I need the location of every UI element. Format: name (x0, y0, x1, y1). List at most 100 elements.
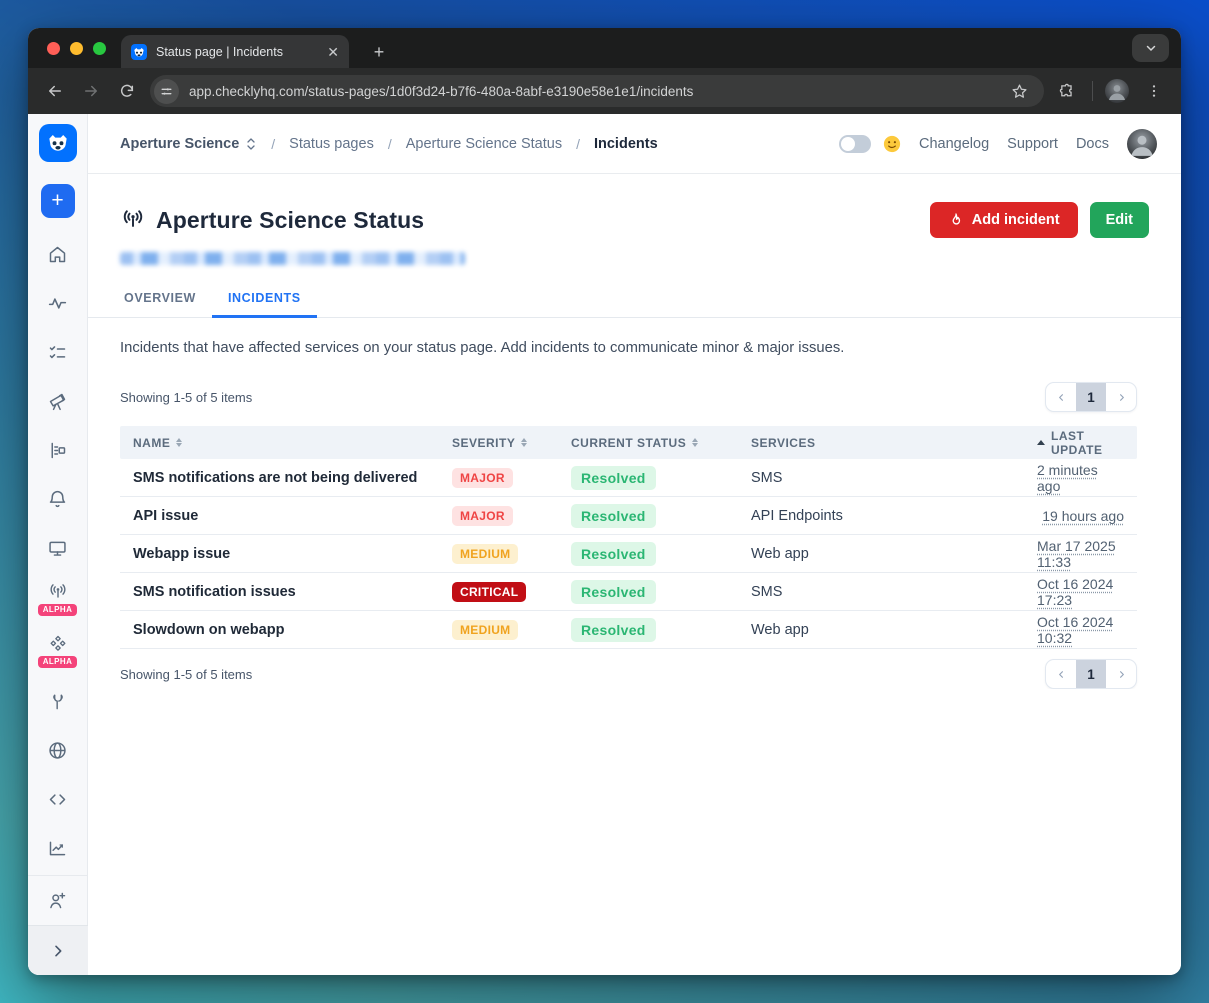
tab-close-icon[interactable]: ✕ (327, 45, 339, 59)
status-badge: Resolved (571, 580, 656, 604)
sidebar-item-dashboards[interactable] (28, 524, 88, 573)
create-new-button[interactable]: + (41, 184, 75, 218)
table-row[interactable]: Webapp issue MEDIUM Resolved Web app Mar… (120, 535, 1137, 573)
severity-badge: MEDIUM (452, 620, 518, 640)
sidebar-item-maintenance[interactable] (28, 677, 88, 726)
alpha-badge: ALPHA (38, 656, 78, 668)
incident-services: Web app (738, 622, 1024, 638)
trend-chart-icon (47, 838, 68, 859)
sidebar-item-monitoring[interactable] (28, 279, 88, 328)
sidebar-item-snippets[interactable] (28, 775, 88, 824)
sidebar-item-analytics[interactable] (28, 824, 88, 873)
user-avatar[interactable] (1127, 129, 1157, 159)
chevron-right-icon (50, 943, 66, 959)
browser-menu-icon[interactable] (1141, 78, 1167, 104)
prev-page-button[interactable] (1046, 660, 1076, 688)
changelog-link[interactable]: Changelog (919, 136, 989, 152)
bookmark-star-icon[interactable] (1006, 78, 1032, 104)
last-update-link[interactable]: Oct 16 2024 17:23 (1037, 576, 1124, 608)
add-incident-button[interactable]: Add incident (930, 202, 1078, 238)
site-settings-icon[interactable] (154, 79, 179, 104)
sort-icon (521, 438, 527, 447)
reload-icon[interactable] (114, 78, 140, 104)
monitor-icon (47, 538, 68, 559)
browser-toolbar: app.checklyhq.com/status-pages/1d0f3d24-… (28, 68, 1181, 114)
incident-services: API Endpoints (738, 508, 1024, 524)
account-switcher[interactable]: Aperture Science (120, 136, 257, 152)
status-badge: Resolved (571, 466, 656, 490)
support-link[interactable]: Support (1007, 136, 1058, 152)
theme-toggle[interactable] (839, 135, 871, 153)
sidebar-item-invite-user[interactable] (28, 875, 88, 925)
next-page-button[interactable] (1106, 660, 1136, 688)
severity-badge: MEDIUM (452, 544, 518, 564)
page-number[interactable]: 1 (1076, 660, 1106, 688)
column-header-last-update[interactable]: LAST UPDATE (1024, 429, 1137, 457)
sidebar-item-home[interactable] (28, 230, 88, 279)
maximize-window-button[interactable] (93, 42, 106, 55)
edit-button[interactable]: Edit (1090, 202, 1149, 238)
tab-overview[interactable]: OVERVIEW (108, 281, 212, 317)
page-number[interactable]: 1 (1076, 383, 1106, 411)
table-row[interactable]: Slowdown on webapp MEDIUM Resolved Web a… (120, 611, 1137, 649)
back-icon[interactable] (42, 78, 68, 104)
tab-title: Status page | Incidents (156, 45, 318, 59)
table-row[interactable]: API issue MAJOR Resolved API Endpoints 1… (120, 497, 1137, 535)
sidebar-item-explore[interactable] (28, 377, 88, 426)
forward-icon[interactable] (78, 78, 104, 104)
tab-incidents[interactable]: INCIDENTS (212, 281, 317, 317)
sidebar-item-rocky[interactable]: ALPHA (28, 625, 88, 677)
showing-count: Showing 1-5 of 5 items (120, 667, 252, 682)
minimize-window-button[interactable] (70, 42, 83, 55)
extensions-icon[interactable] (1054, 78, 1080, 104)
home-icon (47, 244, 68, 265)
last-update-link[interactable]: Mar 17 2025 11:33 (1037, 538, 1124, 570)
close-window-button[interactable] (47, 42, 60, 55)
list-checks-icon (47, 342, 68, 363)
sidebar-item-private-locations[interactable] (28, 726, 88, 775)
smiley-emoji-icon[interactable] (883, 135, 901, 153)
status-badge: Resolved (571, 618, 656, 642)
severity-badge: MAJOR (452, 468, 513, 488)
toolbar-divider (1092, 81, 1093, 101)
table-row[interactable]: SMS notification issues CRITICAL Resolve… (120, 573, 1137, 611)
incidents-table: NAME SEVERITY CURRENT STATUS SERVIC (120, 426, 1137, 649)
last-update-link[interactable]: 19 hours ago (1042, 508, 1124, 524)
breadcrumb-page-name[interactable]: Aperture Science Status (406, 136, 562, 152)
url-bar[interactable]: app.checklyhq.com/status-pages/1d0f3d24-… (150, 75, 1044, 107)
prev-page-button[interactable] (1046, 383, 1076, 411)
new-tab-button[interactable]: + (366, 39, 392, 65)
page-title: Aperture Science Status (156, 207, 424, 234)
sidebar-item-checks[interactable] (28, 328, 88, 377)
column-header-severity[interactable]: SEVERITY (439, 436, 558, 450)
expand-sidebar-button[interactable] (28, 925, 88, 975)
checkly-logo[interactable] (39, 124, 77, 162)
sidebar-item-alerts[interactable] (28, 475, 88, 524)
url-text: app.checklyhq.com/status-pages/1d0f3d24-… (189, 84, 996, 99)
sidebar-item-test-sessions[interactable] (28, 426, 88, 475)
docs-link[interactable]: Docs (1076, 136, 1109, 152)
favicon-checkly (131, 44, 147, 60)
sidebar-item-status-pages[interactable]: ALPHA (28, 573, 88, 625)
last-update-link[interactable]: 2 minutes ago (1037, 462, 1124, 494)
column-header-name[interactable]: NAME (120, 436, 439, 450)
column-header-current-status[interactable]: CURRENT STATUS (558, 436, 738, 450)
app-sidebar: + ALPHA (28, 114, 88, 975)
incident-name: SMS notification issues (120, 584, 439, 600)
severity-badge: MAJOR (452, 506, 513, 526)
last-update-link[interactable]: Oct 16 2024 10:32 (1037, 614, 1124, 646)
browser-window: Status page | Incidents ✕ + app.checklyh… (28, 28, 1181, 975)
broadcast-icon (48, 582, 68, 602)
sort-icon (692, 438, 698, 447)
status-page-url-redacted[interactable] (120, 252, 465, 265)
next-page-button[interactable] (1106, 383, 1136, 411)
incident-name: API issue (120, 508, 439, 524)
edit-label: Edit (1106, 212, 1133, 228)
table-row[interactable]: SMS notifications are not being delivere… (120, 459, 1137, 497)
diamond-cluster-icon (48, 634, 68, 654)
browser-profile-avatar[interactable] (1105, 79, 1129, 103)
incident-name: Webapp issue (120, 546, 439, 562)
browser-tab[interactable]: Status page | Incidents ✕ (121, 35, 349, 68)
tab-search-button[interactable] (1132, 34, 1169, 62)
breadcrumb-status-pages[interactable]: Status pages (289, 136, 374, 152)
